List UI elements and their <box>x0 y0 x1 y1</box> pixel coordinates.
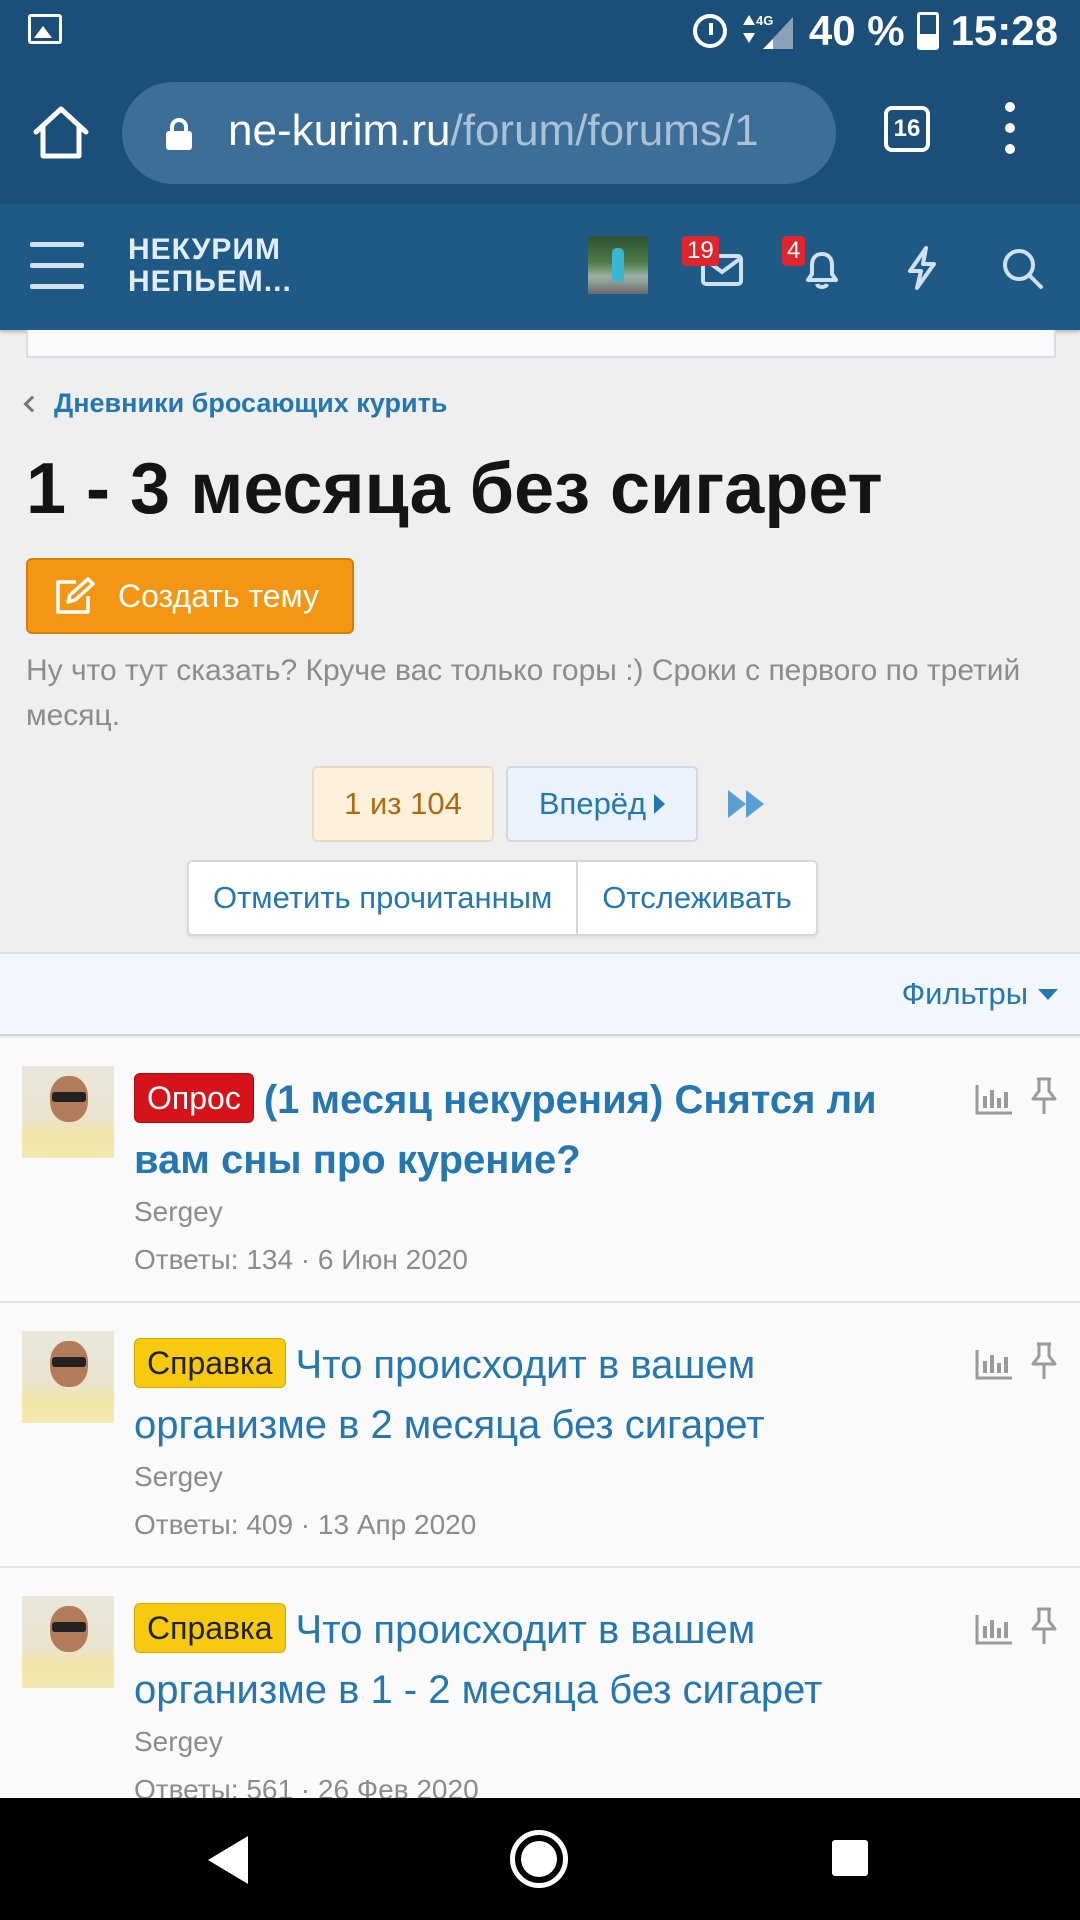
lock-icon <box>166 118 192 150</box>
image-icon <box>28 14 62 44</box>
avatar[interactable] <box>588 236 648 294</box>
thread-title[interactable]: Справка Что происходит в вашем организме … <box>134 1600 934 1720</box>
avatar[interactable] <box>22 1331 114 1423</box>
thread-author[interactable]: Sergey <box>134 1461 934 1493</box>
clock: 15:28 <box>950 7 1058 54</box>
status-icons: 4G 40 % 15:28 <box>692 7 1058 54</box>
tabs-icon[interactable]: 16 <box>884 106 930 152</box>
pin-icon <box>1031 1607 1057 1644</box>
logo-line2: НЕПЬЕМ... <box>128 265 292 298</box>
system-nav-bar <box>0 1798 1080 1920</box>
overflow-menu-icon[interactable] <box>1000 102 1020 162</box>
messages-badge: 19 <box>682 236 719 266</box>
mail-icon[interactable]: 19 <box>682 236 746 292</box>
battery-percent: 40 % <box>808 7 905 54</box>
page-selector[interactable]: 1 из 104 <box>312 766 494 842</box>
thread-body: Справка Что происходит в вашем организме … <box>134 1600 934 1806</box>
pin-icon <box>1031 1077 1057 1114</box>
url-path: /forum/forums/1 <box>450 106 759 155</box>
mark-read-button[interactable]: Отметить прочитанным <box>189 862 576 934</box>
forum-actions: Отметить прочитанным Отслеживать <box>187 860 818 936</box>
filters-label: Фильтры <box>901 976 1028 1011</box>
address-bar[interactable]: ne-kurim.ru/forum/forums/1 <box>122 82 836 184</box>
thread-body: Опрос (1 месяц некурения) Снятся ли вам с… <box>134 1070 934 1276</box>
breadcrumb-link[interactable]: Дневники бросающих курить <box>54 388 447 419</box>
search-icon[interactable] <box>998 244 1046 292</box>
bell-icon[interactable]: 4 <box>782 236 846 292</box>
home-circle-icon[interactable] <box>510 1830 568 1888</box>
url-domain: ne-kurim.ru <box>228 106 451 155</box>
thread-label: Опрос <box>134 1073 254 1123</box>
thread-title[interactable]: Опрос (1 месяц некурения) Снятся ли вам с… <box>134 1070 934 1190</box>
filter-bar: Фильтры <box>0 952 1080 1036</box>
thread-title[interactable]: Справка Что происходит в вашем организме … <box>134 1335 934 1455</box>
site-logo[interactable]: НЕКУРИМ НЕПЬЕМ... <box>128 234 292 298</box>
thread-meta: Ответы: 134 · 6 Июн 2020 <box>134 1244 468 1275</box>
forum-description: Ну что тут сказать? Круче вас только гор… <box>26 654 1021 732</box>
site-header: НЕКУРИМ НЕПЬЕМ... 19 4 <box>0 204 1080 330</box>
pin-icon <box>1031 1342 1057 1379</box>
page-title: 1 - 3 месяца без сигарет <box>26 449 883 529</box>
chevron-left-icon <box>23 395 41 412</box>
next-page-button[interactable]: Вперёд <box>506 766 698 842</box>
thread-author[interactable]: Sergey <box>134 1726 934 1758</box>
thread-label: Справка <box>134 1603 286 1653</box>
status-bar: 4G 40 % 15:28 <box>0 0 1080 62</box>
filters-button[interactable]: Фильтры <box>902 976 1058 1012</box>
signal-icon: 4G <box>739 11 797 51</box>
browser-toolbar: ne-kurim.ru/forum/forums/1 16 <box>0 62 1080 204</box>
avatar[interactable] <box>22 1596 114 1688</box>
breadcrumb[interactable]: Дневники бросающих курить <box>23 388 447 419</box>
thread-body: Справка Что происходит в вашем организме … <box>134 1335 934 1541</box>
next-page-label: Вперёд <box>538 786 647 821</box>
hamburger-icon[interactable] <box>30 242 84 292</box>
thread-label: Справка <box>134 1338 286 1388</box>
notice-strip <box>26 330 1056 358</box>
thread-meta: Ответы: 409 · 13 Апр 2020 <box>134 1509 477 1540</box>
home-icon[interactable] <box>30 102 92 164</box>
logo-line1: НЕКУРИМ <box>128 233 281 266</box>
lightning-icon[interactable] <box>898 244 946 292</box>
alerts-badge: 4 <box>782 236 806 266</box>
list-item[interactable]: Справка Что происходит в вашем организме … <box>0 1303 1080 1568</box>
url-text[interactable]: ne-kurim.ru/forum/forums/1 <box>228 106 759 156</box>
create-thread-label: Создать тему <box>118 577 319 614</box>
stats-icon <box>975 1350 1012 1380</box>
alarm-icon <box>692 14 727 48</box>
avatar[interactable] <box>22 1066 114 1158</box>
fast-forward-icon[interactable] <box>724 784 774 824</box>
pagination: 1 из 104 Вперёд <box>312 766 774 842</box>
list-item[interactable]: Справка Что происходит в вашем организме … <box>0 1568 1080 1833</box>
network-type: 4G <box>756 13 773 28</box>
create-thread-button[interactable]: Создать тему <box>26 558 354 634</box>
edit-icon <box>56 577 95 614</box>
play-icon <box>654 794 666 814</box>
recents-icon[interactable] <box>832 1840 868 1876</box>
list-item[interactable]: Опрос (1 месяц некурения) Снятся ли вам с… <box>0 1038 1080 1303</box>
stats-icon <box>975 1085 1012 1115</box>
thread-list: Опрос (1 месяц некурения) Снятся ли вам с… <box>0 1038 1080 1833</box>
thread-author[interactable]: Sergey <box>134 1196 934 1228</box>
stats-icon <box>975 1615 1012 1645</box>
battery-icon <box>916 12 939 50</box>
watch-button[interactable]: Отслеживать <box>576 862 816 934</box>
back-icon[interactable] <box>208 1836 248 1884</box>
caret-down-icon <box>1038 988 1058 1000</box>
